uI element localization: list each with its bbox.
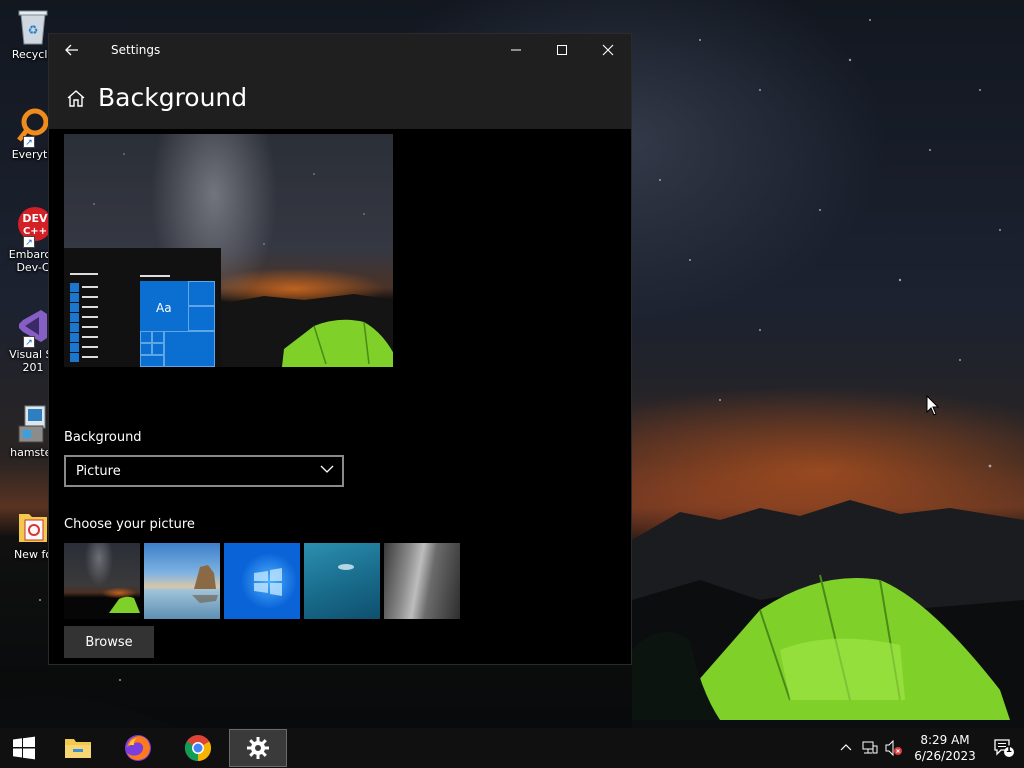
shortcut-arrow-icon: ↗ (23, 136, 35, 148)
svg-text:♻: ♻ (28, 23, 39, 37)
thumb-underwater[interactable] (304, 543, 380, 619)
file-explorer-icon (65, 739, 91, 758)
settings-window: Settings Background Aa Background Pictur… (48, 33, 632, 665)
picture-thumbnails (64, 543, 464, 619)
folder-icon (13, 506, 53, 546)
thumb-windows-blue[interactable] (224, 543, 300, 619)
start-button[interactable] (0, 728, 48, 768)
thumb-art (109, 596, 140, 613)
windows-logo-icon (13, 736, 35, 760)
background-type-value: Picture (76, 463, 121, 479)
minimize-icon (511, 49, 521, 51)
back-arrow-icon (65, 44, 78, 56)
window-title: Settings (111, 43, 161, 57)
background-type-select[interactable]: Picture (64, 455, 344, 487)
title-bar[interactable]: Settings (49, 34, 631, 66)
taskbar: 8:29 AM 6/26/2023 1 (0, 728, 1024, 768)
maximize-button[interactable] (539, 34, 585, 66)
system-tray: 8:29 AM 6/26/2023 1 (834, 728, 1024, 768)
thumb-camp-tent[interactable] (64, 543, 140, 619)
chevron-down-icon (320, 465, 334, 473)
network-button[interactable] (858, 728, 882, 768)
close-button[interactable] (585, 34, 631, 66)
thumb-art (254, 568, 282, 596)
installer-icon (13, 404, 53, 444)
page-header: Background (49, 66, 631, 130)
recycle-bin-icon: ♻ (13, 6, 53, 46)
thumb-beach-rocks[interactable] (144, 543, 220, 619)
taskbar-settings[interactable] (229, 729, 287, 767)
network-icon (862, 741, 878, 754)
everything-search-icon: ↗ (13, 106, 53, 148)
preview-tile-text: Aa (156, 301, 172, 315)
firefox-icon (125, 735, 151, 761)
taskbar-chrome[interactable] (168, 728, 228, 768)
chevron-up-icon (840, 744, 852, 751)
maximize-icon (557, 45, 567, 55)
back-button[interactable] (49, 34, 95, 66)
shortcut-arrow-icon: ↗ (23, 336, 35, 348)
volume-button[interactable] (882, 728, 906, 768)
shortcut-arrow-icon: ↗ (23, 236, 35, 248)
preview-start-menu: Aa (64, 248, 221, 367)
taskbar-file-explorer[interactable] (48, 728, 108, 768)
volume-muted-icon (885, 740, 902, 756)
preview-tiles: Aa (140, 281, 215, 367)
page-title: Background (98, 83, 248, 112)
close-icon (602, 44, 614, 56)
mouse-cursor-icon (926, 395, 940, 416)
gear-icon (247, 737, 269, 759)
background-preview: Aa (64, 134, 393, 367)
visual-studio-icon: ↗ (13, 306, 53, 348)
browse-button[interactable]: Browse (64, 626, 154, 658)
thumb-rock-wall[interactable] (384, 543, 460, 619)
clock[interactable]: 8:29 AM 6/26/2023 (906, 732, 984, 764)
taskbar-firefox[interactable] (108, 728, 168, 768)
thumb-art (338, 564, 354, 570)
notification-count: 1 (1005, 745, 1012, 755)
chrome-icon (184, 735, 212, 762)
svg-text:DEV: DEV (22, 212, 48, 225)
home-icon (67, 89, 85, 107)
action-center-button[interactable]: 1 (984, 728, 1024, 768)
devcpp-icon: DEV C++ ↗ (13, 206, 53, 248)
clock-date: 6/26/2023 (914, 749, 976, 763)
home-button[interactable] (64, 86, 88, 110)
background-label: Background (64, 430, 142, 445)
show-hidden-icons-button[interactable] (834, 728, 858, 768)
thumb-art (192, 565, 218, 603)
choose-picture-label: Choose your picture (64, 517, 195, 532)
clock-time: 8:29 AM (920, 733, 970, 747)
minimize-button[interactable] (493, 34, 539, 66)
